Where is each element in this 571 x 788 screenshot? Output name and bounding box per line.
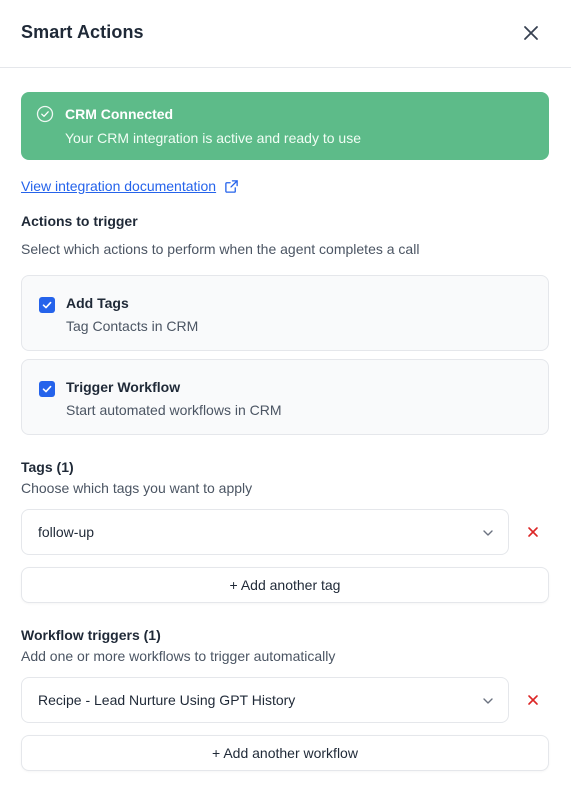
- tag-select[interactable]: follow-up: [21, 509, 509, 555]
- action-description: Start automated workflows in CRM: [66, 402, 282, 418]
- action-card-add-tags[interactable]: Add Tags Tag Contacts in CRM: [21, 275, 549, 351]
- panel-header: Smart Actions: [0, 0, 571, 68]
- banner-title: CRM Connected: [65, 106, 174, 122]
- add-another-workflow-button[interactable]: + Add another workflow: [21, 735, 549, 771]
- workflow-select[interactable]: Recipe - Lead Nurture Using GPT History: [21, 677, 509, 723]
- panel-title: Smart Actions: [21, 22, 144, 42]
- add-another-tag-button[interactable]: + Add another tag: [21, 567, 549, 603]
- close-icon: [528, 695, 538, 705]
- docs-link-label: View integration documentation: [21, 178, 217, 194]
- external-link-icon: [225, 179, 238, 193]
- chevron-down-icon: [483, 698, 493, 704]
- workflow-triggers-heading: Workflow triggers (1): [21, 627, 161, 643]
- actions-subtitle: Select which actions to perform when the…: [21, 241, 420, 257]
- checkmark-icon: [42, 301, 52, 309]
- workflow-select-value: Recipe - Lead Nurture Using GPT History: [38, 692, 296, 708]
- action-card-trigger-workflow[interactable]: Trigger Workflow Start automated workflo…: [21, 359, 549, 435]
- close-icon: [528, 527, 538, 537]
- actions-heading: Actions to trigger: [21, 213, 138, 229]
- banner-subtitle: Your CRM integration is active and ready…: [65, 130, 361, 146]
- chevron-down-icon: [483, 530, 493, 536]
- workflow-triggers-subtitle: Add one or more workflows to trigger aut…: [21, 648, 336, 664]
- check-circle-icon: [36, 105, 54, 123]
- crm-connected-banner: CRM Connected Your CRM integration is ac…: [21, 92, 549, 160]
- tags-subtitle: Choose which tags you want to apply: [21, 480, 253, 496]
- remove-tag-button[interactable]: [524, 523, 542, 541]
- add-tags-checkbox[interactable]: [39, 297, 55, 313]
- integration-docs-link[interactable]: View integration documentation: [21, 178, 239, 194]
- action-title: Trigger Workflow: [66, 379, 181, 395]
- action-title: Add Tags: [66, 295, 129, 311]
- remove-workflow-button[interactable]: [524, 691, 542, 709]
- tag-select-value: follow-up: [38, 524, 95, 540]
- checkmark-icon: [42, 385, 52, 393]
- tags-heading: Tags (1): [21, 459, 74, 475]
- close-icon: [524, 26, 538, 40]
- action-description: Tag Contacts in CRM: [66, 318, 199, 334]
- trigger-workflow-checkbox[interactable]: [39, 381, 55, 397]
- close-button[interactable]: [519, 21, 543, 45]
